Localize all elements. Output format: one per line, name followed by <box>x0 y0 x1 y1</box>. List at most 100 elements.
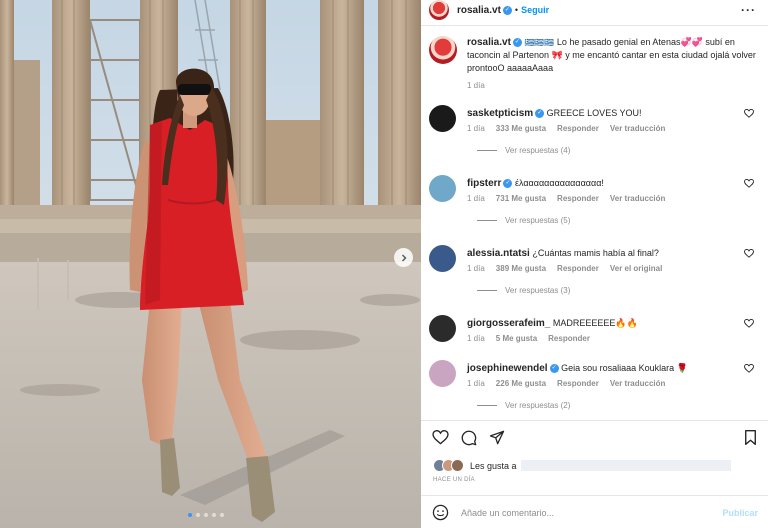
verified-badge-icon: ✓ <box>512 38 522 48</box>
comment-text-line: giorgosserafeim_ MADREEEEEE🔥🔥 <box>467 317 737 330</box>
caption-username[interactable]: rosalia.vt <box>467 37 511 48</box>
heart-icon[interactable] <box>744 179 754 188</box>
heart-icon[interactable] <box>744 319 754 328</box>
comment-icon[interactable] <box>461 430 477 446</box>
share-icon[interactable] <box>489 430 505 445</box>
verified-badge-icon: ✓ <box>549 364 559 374</box>
verified-badge-icon: ✓ <box>502 5 512 15</box>
view-replies-label: Ver respuestas (4) <box>505 146 571 155</box>
comment-time: 1 día <box>467 379 485 388</box>
commenter-avatar[interactable] <box>429 175 456 202</box>
comment-likes[interactable]: 731 Me gusta <box>496 194 546 203</box>
commenter-avatar[interactable] <box>429 315 456 342</box>
author-username[interactable]: rosalia.vt <box>457 5 501 16</box>
replies-line <box>477 290 497 291</box>
follow-button[interactable]: Seguir <box>521 5 549 15</box>
reply-button[interactable]: Responder <box>557 124 599 133</box>
view-replies-button[interactable]: Ver respuestas (2) <box>477 401 570 410</box>
comment-text: Geia sou rosaliaaa Kouklara 🌹 <box>561 363 688 373</box>
bookmark-icon[interactable] <box>744 430 757 445</box>
comment-meta: 1 día 389 Me gusta Responder Ver el origina… <box>467 264 673 273</box>
caption-body: rosalia.vt ✓ 🇬🇷🇬🇷🇬🇷 Lo he pasado genial e… <box>467 36 757 75</box>
reply-button[interactable]: Responder <box>557 379 599 388</box>
caption-flags: 🇬🇷🇬🇷🇬🇷 <box>524 38 555 47</box>
replies-line <box>477 220 497 221</box>
heart-icon[interactable] <box>744 249 754 258</box>
carousel-dot <box>196 513 200 517</box>
commenter-username[interactable]: alessia.ntatsi <box>467 248 530 259</box>
liker-avatars <box>433 459 464 472</box>
header-separator: • <box>514 5 519 15</box>
carousel-dot <box>212 513 216 517</box>
translate-button[interactable]: Ver el original <box>610 264 662 273</box>
carousel-indicator <box>188 513 224 517</box>
emoji-icon[interactable] <box>432 504 449 521</box>
view-replies-button[interactable]: Ver respuestas (3) <box>477 286 570 295</box>
liker-avatar <box>451 459 464 472</box>
comment-text: MADREEEEEE🔥🔥 <box>552 318 638 328</box>
view-replies-label: Ver respuestas (5) <box>505 216 571 225</box>
comment-likes[interactable]: 389 Me gusta <box>496 264 546 273</box>
comment-text: έλααααααααααααααα! <box>514 178 604 188</box>
view-replies-label: Ver respuestas (3) <box>505 286 571 295</box>
chevron-right-icon <box>401 254 406 261</box>
post-photo <box>0 0 421 528</box>
commenter-avatar[interactable] <box>429 105 456 132</box>
reply-button[interactable]: Responder <box>557 194 599 203</box>
commenter-username[interactable]: fipsterr <box>467 178 501 189</box>
view-replies-button[interactable]: Ver respuestas (5) <box>477 216 570 225</box>
post-comment-button[interactable]: Publicar <box>722 508 758 518</box>
comment-likes[interactable]: 5 Me gusta <box>496 334 537 343</box>
commenter-avatar[interactable] <box>429 360 456 387</box>
replies-line <box>477 405 497 406</box>
heart-icon[interactable] <box>744 364 754 373</box>
heart-icon[interactable] <box>432 430 449 445</box>
reply-button[interactable]: Responder <box>557 264 599 273</box>
caption-time: 1 día <box>467 81 485 90</box>
post-header: rosalia.vt ✓ • Seguir ··· <box>421 0 768 20</box>
comment-text: GREECE LOVES YOU! <box>546 108 642 118</box>
comment-time: 1 día <box>467 194 485 203</box>
more-options-icon[interactable]: ··· <box>741 3 756 17</box>
comment-likes[interactable]: 226 Me gusta <box>496 379 546 388</box>
commenter-username[interactable]: josephinewendel <box>467 363 548 374</box>
comment-text: ¿Cuántas mamis había al final? <box>532 248 659 258</box>
view-replies-button[interactable]: Ver respuestas (4) <box>477 146 570 155</box>
likes-text: Les gusta a <box>470 460 517 471</box>
comment-text-line: josephinewendel ✓ Geia sou rosaliaaa Kouk… <box>467 362 737 375</box>
commenter-avatar[interactable] <box>429 245 456 272</box>
carousel-dot <box>188 513 192 517</box>
reply-button[interactable]: Responder <box>548 334 590 343</box>
photo-scene <box>0 0 421 528</box>
add-comment-bar: Publicar <box>421 495 768 528</box>
verified-badge-icon: ✓ <box>503 179 513 189</box>
carousel-next-button[interactable] <box>394 248 413 267</box>
commenter-username[interactable]: sasketpticism <box>467 108 533 119</box>
comment-meta: 1 día 226 Me gusta Responder Ver traducción <box>467 379 676 388</box>
comment-input[interactable] <box>461 505 701 521</box>
carousel-dot <box>204 513 208 517</box>
comment-likes[interactable]: 333 Me gusta <box>496 124 546 133</box>
post-sidebar: rosalia.vt ✓ • Seguir ··· rosalia.vt ✓ 🇬🇷… <box>421 0 768 528</box>
likes-summary[interactable]: Les gusta a <box>433 459 731 472</box>
commenter-username[interactable]: giorgosserafeim_ <box>467 318 550 329</box>
redacted-likers <box>520 460 731 471</box>
comment-text-line: fipsterr ✓ έλααααααααααααααα! <box>467 177 737 190</box>
header-divider <box>421 25 768 26</box>
verified-badge-icon: ✓ <box>535 109 545 119</box>
comment-text-line: alessia.ntatsi ¿Cuántas mamis había al f… <box>467 247 737 260</box>
comment-text-line: sasketpticism ✓ GREECE LOVES YOU! <box>467 107 737 120</box>
author-avatar[interactable] <box>429 0 449 20</box>
comment-meta: 1 día 731 Me gusta Responder Ver traducción <box>467 194 676 203</box>
caption-avatar[interactable] <box>429 36 457 64</box>
translate-button[interactable]: Ver traducción <box>610 124 666 133</box>
comment-time: 1 día <box>467 334 485 343</box>
comment-time: 1 día <box>467 124 485 133</box>
replies-line <box>477 150 497 151</box>
post-actions: Les gusta a HACE UN DÍA Publicar <box>421 420 768 528</box>
translate-button[interactable]: Ver traducción <box>610 379 666 388</box>
translate-button[interactable]: Ver traducción <box>610 194 666 203</box>
comment-meta: 1 día 5 Me gusta Responder <box>467 334 601 343</box>
comment-meta: 1 día 333 Me gusta Responder Ver traducción <box>467 124 676 133</box>
heart-icon[interactable] <box>744 109 754 118</box>
